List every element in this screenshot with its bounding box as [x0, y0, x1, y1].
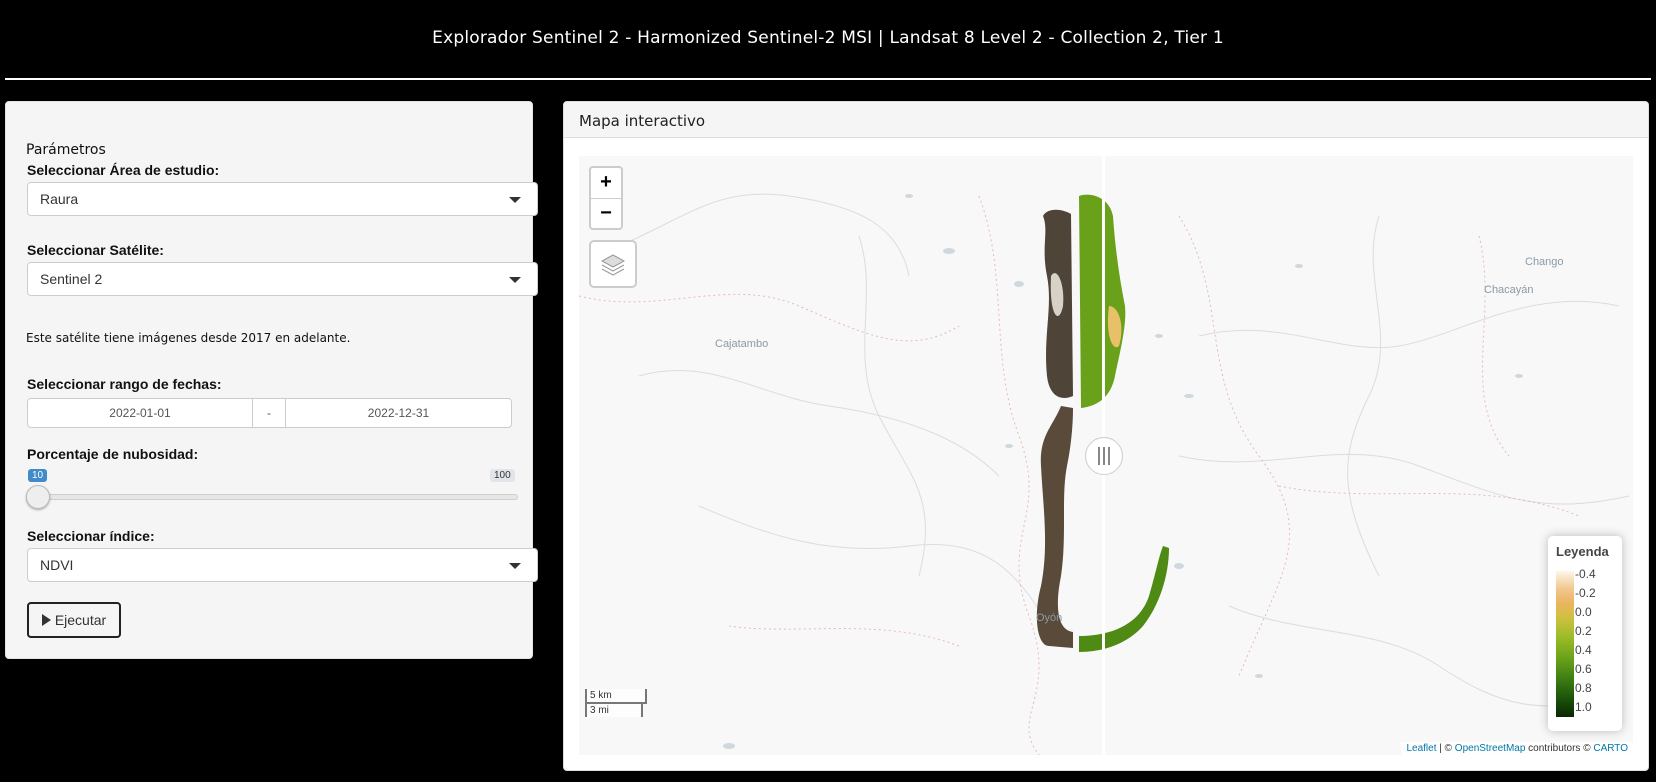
- cloud-slider-track[interactable]: [31, 494, 518, 500]
- layers-icon: [600, 254, 626, 276]
- zoom-in-button[interactable]: +: [591, 168, 621, 199]
- area-select-value: Raura: [40, 191, 79, 207]
- map-attribution: Leaflet | © OpenStreetMap contributors ©…: [1401, 742, 1633, 755]
- layers-control[interactable]: [589, 240, 637, 288]
- area-label: Seleccionar Área de estudio:: [27, 162, 220, 178]
- interactive-map[interactable]: Cajatambo Chango Chacayán Oyón + − Leyen…: [579, 156, 1633, 755]
- zoom-out-button[interactable]: −: [591, 199, 621, 229]
- cloud-slider-value-badge: 10: [28, 469, 48, 482]
- index-select[interactable]: NDVI: [27, 548, 538, 582]
- caret-down-icon: [509, 277, 521, 283]
- date-range-separator: -: [253, 398, 285, 428]
- attribution-sep: | ©: [1436, 743, 1455, 754]
- legend: Leyenda -0.4 -0.2 0.0 0.2 0.4 0.6 0.8 1.…: [1548, 536, 1622, 731]
- cloud-cover-label: Porcentaje de nubosidad:: [27, 446, 199, 462]
- map-panel-heading: Mapa interactivo: [564, 102, 1648, 138]
- header-rule: [5, 78, 1651, 80]
- map-panel-title: Mapa interactivo: [579, 112, 706, 130]
- place-label-oyon: Oyón: [1036, 612, 1063, 624]
- attribution-mid: contributors ©: [1525, 743, 1594, 754]
- legend-tick: 0.6: [1575, 662, 1592, 676]
- satellite-label: Seleccionar Satélite:: [27, 242, 164, 258]
- run-button-label: Ejecutar: [54, 612, 107, 628]
- leaflet-link[interactable]: Leaflet: [1406, 743, 1436, 754]
- parameters-panel: Parámetros Seleccionar Área de estudio: …: [5, 101, 538, 659]
- legend-tick: 0.0: [1575, 605, 1592, 619]
- scale-mi: 3 mi: [585, 702, 643, 717]
- date-range: -: [27, 398, 518, 428]
- index-label: Seleccionar índice:: [27, 528, 155, 544]
- header-title: Explorador Sentinel 2 - Harmonized Senti…: [432, 28, 1224, 48]
- caret-down-icon: [509, 563, 521, 569]
- zoom-control: + −: [589, 166, 623, 230]
- place-label-cajatambo: Cajatambo: [715, 338, 769, 350]
- legend-color-bar: [1556, 571, 1574, 717]
- run-button[interactable]: Ejecutar: [27, 602, 121, 638]
- date-range-label: Seleccionar rango de fechas:: [27, 376, 222, 392]
- legend-tick: 0.2: [1575, 624, 1592, 638]
- legend-tick: 0.4: [1575, 643, 1592, 657]
- carto-link[interactable]: CARTO: [1593, 743, 1628, 754]
- index-select-value: NDVI: [40, 557, 74, 573]
- satellite-select[interactable]: Sentinel 2: [27, 262, 538, 296]
- legend-tick: -0.2: [1575, 586, 1596, 600]
- date-start-input[interactable]: [27, 398, 253, 428]
- osm-link[interactable]: OpenStreetMap: [1455, 743, 1526, 754]
- place-label-chacayan: Chacayán: [1484, 284, 1534, 296]
- play-icon: [41, 614, 51, 626]
- satellite-info-text: Este satélite tiene imágenes desde 2017 …: [26, 331, 351, 345]
- legend-title: Leyenda: [1556, 544, 1609, 559]
- cloud-slider-handle[interactable]: [26, 485, 50, 509]
- scale-bar: 5 km 3 mi: [585, 689, 647, 717]
- legend-tick: -0.4: [1575, 567, 1596, 581]
- swipe-divider-handle[interactable]: [1085, 437, 1123, 475]
- legend-tick: 1.0: [1575, 700, 1592, 714]
- parameters-title: Parámetros: [26, 142, 106, 158]
- place-label-chango: Chango: [1525, 256, 1564, 268]
- date-end-input[interactable]: [285, 398, 512, 428]
- area-select[interactable]: Raura: [27, 182, 538, 216]
- map-panel: Mapa interactivo Cajatambo Chango Chacay…: [563, 101, 1649, 771]
- caret-down-icon: [509, 197, 521, 203]
- satellite-select-value: Sentinel 2: [40, 271, 103, 287]
- legend-tick: 0.8: [1575, 681, 1592, 695]
- cloud-slider-max-badge: 100: [490, 469, 515, 482]
